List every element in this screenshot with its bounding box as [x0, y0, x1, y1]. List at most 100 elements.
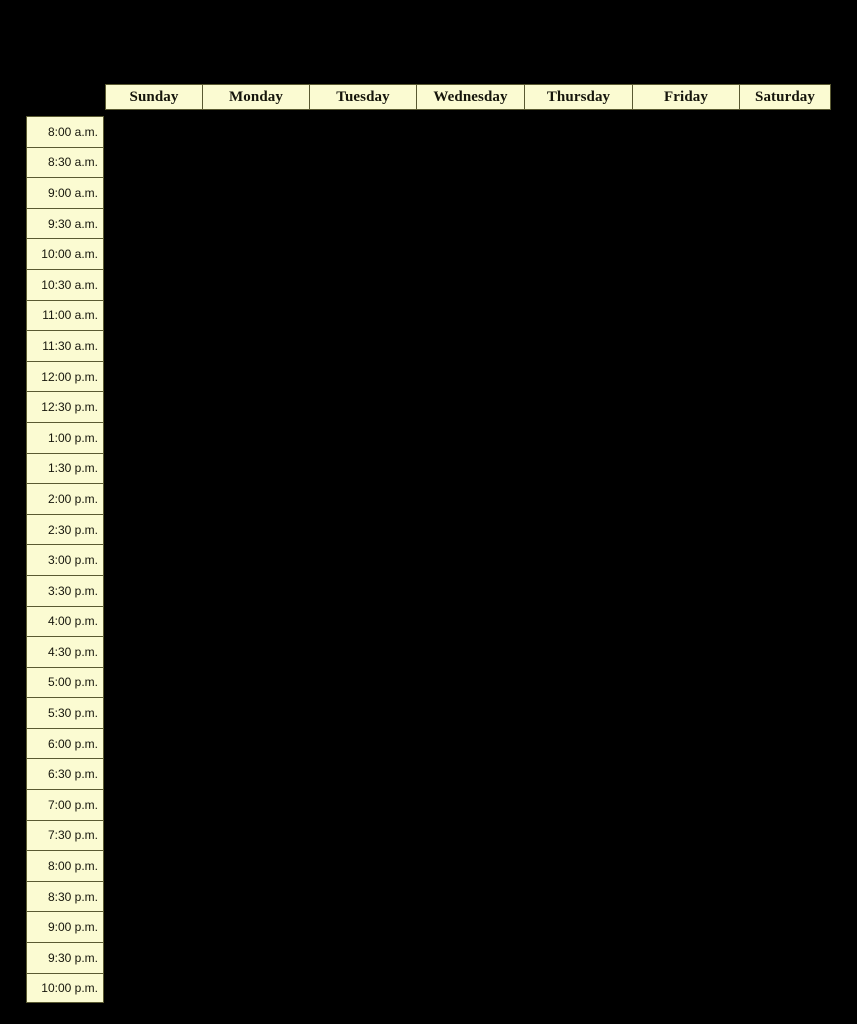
calendar-slot[interactable] [416, 300, 524, 331]
calendar-grid-body[interactable] [105, 116, 830, 1008]
calendar-slot[interactable] [105, 973, 202, 1004]
calendar-slot[interactable] [739, 911, 831, 942]
calendar-slot[interactable] [202, 269, 309, 300]
day-header-thursday[interactable]: Thursday [524, 84, 632, 110]
calendar-slot[interactable] [105, 116, 202, 147]
calendar-slot[interactable] [202, 636, 309, 667]
calendar-slot[interactable] [524, 483, 632, 514]
day-header-tuesday[interactable]: Tuesday [309, 84, 416, 110]
calendar-slot[interactable] [309, 300, 416, 331]
calendar-slot[interactable] [105, 697, 202, 728]
calendar-slot[interactable] [524, 789, 632, 820]
calendar-slot[interactable] [524, 361, 632, 392]
calendar-slot[interactable] [416, 667, 524, 698]
day-header-wednesday[interactable]: Wednesday [416, 84, 524, 110]
calendar-slot[interactable] [739, 728, 831, 759]
calendar-slot[interactable] [739, 697, 831, 728]
calendar-slot[interactable] [632, 697, 739, 728]
calendar-slot[interactable] [632, 361, 739, 392]
calendar-slot[interactable] [202, 911, 309, 942]
day-header-friday[interactable]: Friday [632, 84, 739, 110]
calendar-slot[interactable] [524, 391, 632, 422]
calendar-slot[interactable] [105, 728, 202, 759]
calendar-slot[interactable] [632, 973, 739, 1004]
calendar-slot[interactable] [309, 361, 416, 392]
day-column-tuesday[interactable] [309, 116, 416, 1008]
calendar-slot[interactable] [309, 330, 416, 361]
calendar-slot[interactable] [416, 483, 524, 514]
calendar-slot[interactable] [632, 422, 739, 453]
calendar-slot[interactable] [416, 911, 524, 942]
calendar-slot[interactable] [105, 789, 202, 820]
calendar-slot[interactable] [202, 483, 309, 514]
calendar-slot[interactable] [105, 850, 202, 881]
calendar-slot[interactable] [739, 820, 831, 851]
calendar-slot[interactable] [739, 606, 831, 637]
calendar-slot[interactable] [309, 116, 416, 147]
calendar-slot[interactable] [416, 881, 524, 912]
day-column-saturday[interactable] [739, 116, 831, 1008]
calendar-slot[interactable] [416, 330, 524, 361]
calendar-slot[interactable] [309, 942, 416, 973]
calendar-slot[interactable] [416, 238, 524, 269]
calendar-slot[interactable] [105, 636, 202, 667]
calendar-slot[interactable] [105, 667, 202, 698]
day-header-saturday[interactable]: Saturday [739, 84, 831, 110]
calendar-slot[interactable] [632, 116, 739, 147]
calendar-slot[interactable] [739, 269, 831, 300]
calendar-slot[interactable] [309, 606, 416, 637]
day-column-monday[interactable] [202, 116, 309, 1008]
calendar-slot[interactable] [739, 177, 831, 208]
calendar-slot[interactable] [416, 850, 524, 881]
calendar-slot[interactable] [105, 300, 202, 331]
calendar-slot[interactable] [524, 422, 632, 453]
calendar-slot[interactable] [524, 208, 632, 239]
calendar-slot[interactable] [202, 544, 309, 575]
calendar-slot[interactable] [739, 300, 831, 331]
calendar-slot[interactable] [105, 422, 202, 453]
calendar-slot[interactable] [524, 544, 632, 575]
calendar-slot[interactable] [309, 575, 416, 606]
calendar-slot[interactable] [416, 269, 524, 300]
calendar-slot[interactable] [739, 238, 831, 269]
calendar-slot[interactable] [739, 789, 831, 820]
calendar-slot[interactable] [202, 453, 309, 484]
calendar-slot[interactable] [202, 238, 309, 269]
calendar-slot[interactable] [739, 422, 831, 453]
calendar-slot[interactable] [632, 453, 739, 484]
calendar-slot[interactable] [105, 820, 202, 851]
calendar-slot[interactable] [632, 606, 739, 637]
calendar-slot[interactable] [105, 361, 202, 392]
calendar-slot[interactable] [202, 116, 309, 147]
calendar-slot[interactable] [105, 391, 202, 422]
calendar-slot[interactable] [416, 391, 524, 422]
calendar-slot[interactable] [309, 147, 416, 178]
calendar-slot[interactable] [202, 391, 309, 422]
calendar-slot[interactable] [202, 942, 309, 973]
calendar-slot[interactable] [739, 942, 831, 973]
calendar-slot[interactable] [202, 697, 309, 728]
calendar-slot[interactable] [739, 667, 831, 698]
calendar-slot[interactable] [416, 208, 524, 239]
day-column-sunday[interactable] [105, 116, 202, 1008]
calendar-slot[interactable] [202, 422, 309, 453]
calendar-slot[interactable] [202, 330, 309, 361]
calendar-slot[interactable] [105, 911, 202, 942]
calendar-slot[interactable] [416, 758, 524, 789]
calendar-slot[interactable] [202, 820, 309, 851]
calendar-slot[interactable] [632, 820, 739, 851]
calendar-slot[interactable] [524, 300, 632, 331]
calendar-slot[interactable] [632, 177, 739, 208]
calendar-slot[interactable] [739, 116, 831, 147]
calendar-slot[interactable] [416, 361, 524, 392]
calendar-slot[interactable] [105, 453, 202, 484]
calendar-slot[interactable] [309, 269, 416, 300]
calendar-slot[interactable] [309, 973, 416, 1004]
calendar-slot[interactable] [202, 300, 309, 331]
calendar-slot[interactable] [416, 636, 524, 667]
calendar-slot[interactable] [632, 483, 739, 514]
calendar-slot[interactable] [632, 575, 739, 606]
calendar-slot[interactable] [309, 881, 416, 912]
calendar-slot[interactable] [105, 758, 202, 789]
calendar-slot[interactable] [309, 850, 416, 881]
